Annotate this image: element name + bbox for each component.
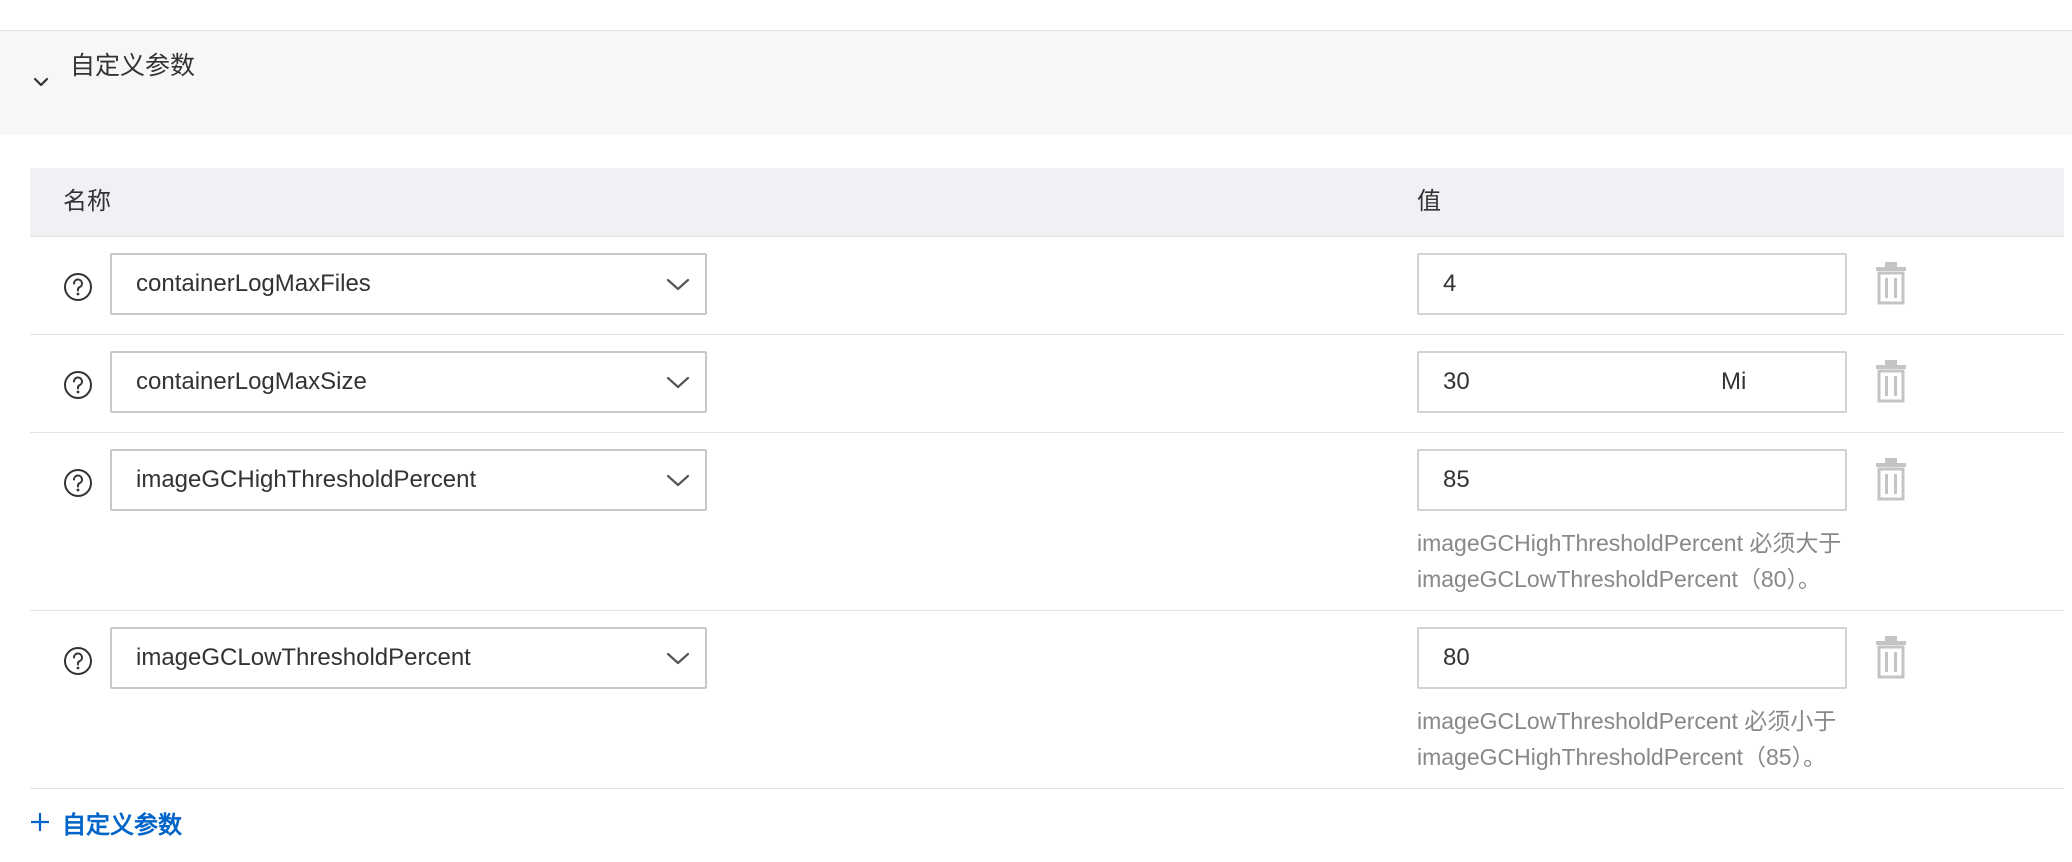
section-title: 自定义参数: [70, 52, 196, 80]
param-value-input[interactable]: 4: [1417, 253, 1847, 315]
param-value-input[interactable]: 80: [1417, 627, 1847, 689]
validation-hint-line: imageGCLowThresholdPercent 必须小于: [1417, 708, 1837, 734]
params-table: 名称 值 containerLogMaxFiles 4 containerLog…: [30, 168, 2064, 789]
chevron-down-icon: [666, 376, 690, 389]
param-name-select[interactable]: containerLogMaxFiles: [110, 253, 707, 315]
table-row: containerLogMaxSize 30 Mi: [30, 335, 2064, 433]
param-name-select[interactable]: imageGCLowThresholdPercent: [110, 627, 707, 689]
plus-icon: [31, 813, 49, 831]
question-circle-icon[interactable]: [63, 272, 93, 302]
param-name-value: containerLogMaxFiles: [136, 270, 371, 297]
column-header-name: 名称: [63, 188, 111, 215]
validation-hint: imageGCHighThresholdPercent 必须大于 imageGC…: [1417, 525, 1937, 597]
table-row: containerLogMaxFiles 4: [30, 237, 2064, 335]
validation-hint-line: imageGCLowThresholdPercent（80）。: [1417, 566, 1821, 592]
table-header: 名称 值: [30, 168, 2064, 237]
param-value-text: 85: [1443, 466, 1470, 493]
table-row: imageGCHighThresholdPercent 85 imageGCHi…: [30, 433, 2064, 611]
question-circle-icon[interactable]: [63, 468, 93, 498]
param-name-value: containerLogMaxSize: [136, 368, 367, 395]
question-circle-icon[interactable]: [63, 646, 93, 676]
param-value-input[interactable]: 85: [1417, 449, 1847, 511]
param-unit-label: Mi: [1721, 368, 1747, 395]
param-value-text: 80: [1443, 644, 1470, 671]
chevron-down-icon[interactable]: [30, 71, 52, 93]
trash-icon[interactable]: [1874, 261, 1908, 305]
add-custom-param-label: 自定义参数: [62, 811, 182, 839]
trash-icon[interactable]: [1874, 359, 1908, 403]
param-name-select[interactable]: containerLogMaxSize: [110, 351, 707, 413]
validation-hint-line: imageGCHighThresholdPercent（85）。: [1417, 744, 1827, 770]
param-name-value: imageGCLowThresholdPercent: [136, 644, 471, 671]
question-circle-icon[interactable]: [63, 370, 93, 400]
custom-params-section-header[interactable]: 自定义参数: [0, 31, 2072, 135]
param-name-select[interactable]: imageGCHighThresholdPercent: [110, 449, 707, 511]
chevron-down-icon: [666, 652, 690, 665]
chevron-down-icon: [666, 278, 690, 291]
param-value-input[interactable]: 30 Mi: [1417, 351, 1847, 413]
add-custom-param-button[interactable]: 自定义参数: [30, 804, 182, 840]
trash-icon[interactable]: [1874, 457, 1908, 501]
validation-hint: imageGCLowThresholdPercent 必须小于 imageGCH…: [1417, 703, 1937, 775]
param-value-text: 30: [1443, 368, 1470, 395]
column-header-value: 值: [1417, 188, 1441, 215]
param-value-text: 4: [1443, 270, 1457, 297]
chevron-down-icon: [666, 474, 690, 487]
param-name-value: imageGCHighThresholdPercent: [136, 466, 477, 493]
validation-hint-line: imageGCHighThresholdPercent 必须大于: [1417, 530, 1842, 556]
table-row: imageGCLowThresholdPercent 80 imageGCLow…: [30, 611, 2064, 789]
trash-icon[interactable]: [1874, 635, 1908, 679]
